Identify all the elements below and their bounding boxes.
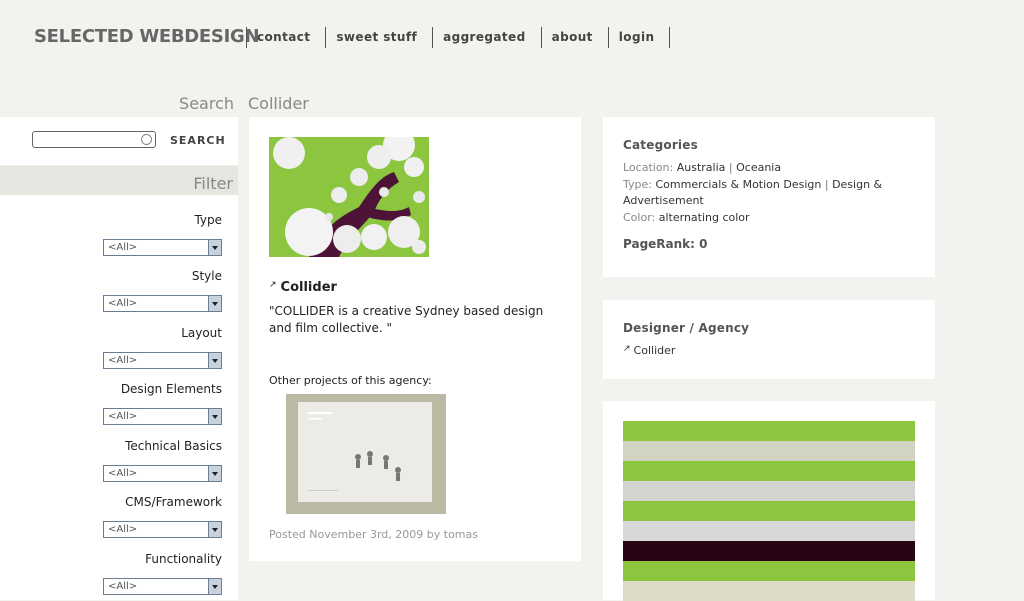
filter-select-type[interactable]: <All> bbox=[103, 239, 222, 256]
nav-contact[interactable]: contact bbox=[247, 27, 327, 48]
filter-select-cms-framework[interactable]: <All> bbox=[103, 521, 222, 538]
filter-label-cms-framework: CMS/Framework bbox=[125, 495, 222, 509]
search-panel: SEARCH bbox=[0, 117, 238, 165]
search-clear-icon[interactable] bbox=[141, 134, 152, 145]
filter-select-functionality[interactable]: <All> bbox=[103, 578, 222, 595]
filter-label-functionality: Functionality bbox=[145, 552, 222, 566]
designer-card: Designer / Agency ↗ Collider bbox=[603, 300, 935, 379]
select-value: <All> bbox=[108, 524, 138, 535]
search-input[interactable] bbox=[32, 131, 156, 148]
other-project-thumbnail[interactable] bbox=[286, 394, 446, 514]
thumbnail-inner bbox=[298, 402, 432, 502]
color-stripe bbox=[623, 521, 915, 541]
search-heading: Search bbox=[179, 94, 234, 113]
type-link-advertisement[interactable]: Advertisement bbox=[623, 194, 704, 207]
dropdown-arrow-icon[interactable] bbox=[208, 579, 221, 594]
type-link-design-advertisement[interactable]: Design & bbox=[832, 178, 882, 191]
categories-heading: Categories bbox=[623, 138, 698, 152]
thumbnail-art bbox=[298, 402, 432, 502]
posted-info: Posted November 3rd, 2009 by tomas bbox=[269, 528, 478, 541]
location-key: Location: bbox=[623, 161, 674, 174]
dropdown-arrow-icon[interactable] bbox=[208, 466, 221, 481]
dropdown-arrow-icon[interactable] bbox=[208, 409, 221, 424]
color-stripe bbox=[623, 441, 915, 461]
project-title[interactable]: Collider bbox=[281, 280, 337, 295]
location-link-oceania[interactable]: Oceania bbox=[736, 161, 781, 174]
filter-label-design-elements: Design Elements bbox=[120, 382, 222, 396]
project-screenshot-art bbox=[269, 137, 429, 257]
select-value: <All> bbox=[108, 411, 138, 422]
color-stripe bbox=[623, 541, 915, 561]
designer-link[interactable]: ↗ Collider bbox=[623, 344, 675, 357]
site-logo[interactable]: SELECTED WEBDESIGN bbox=[34, 26, 260, 47]
dropdown-arrow-icon[interactable] bbox=[208, 353, 221, 368]
color-palette-card bbox=[603, 401, 935, 601]
filter-select-design-elements[interactable]: <All> bbox=[103, 408, 222, 425]
color-stripe bbox=[623, 421, 915, 441]
select-value: <All> bbox=[108, 468, 138, 479]
filter-select-style[interactable]: <All> bbox=[103, 295, 222, 312]
color-key: Color: bbox=[623, 211, 656, 224]
color-row: Color: alternating color bbox=[623, 210, 915, 226]
filter-heading-bar: Filter bbox=[0, 166, 238, 195]
search-heading-bar: Search bbox=[0, 94, 238, 116]
type-key: Type: bbox=[623, 178, 652, 191]
select-value: <All> bbox=[108, 581, 138, 592]
project-title-link[interactable]: ↗ Collider bbox=[269, 280, 337, 295]
color-stripe bbox=[623, 581, 915, 601]
dropdown-arrow-icon[interactable] bbox=[208, 522, 221, 537]
type-row: Type: Commercials & Motion Design | Desi… bbox=[623, 178, 883, 207]
filter-select-layout[interactable]: <All> bbox=[103, 352, 222, 369]
main-nav: contact sweet stuff aggregated about log… bbox=[246, 27, 671, 48]
nav-sweet-stuff[interactable]: sweet stuff bbox=[326, 27, 434, 48]
filter-label-type: Type bbox=[194, 213, 222, 227]
filter-label-technical-basics: Technical Basics bbox=[125, 439, 222, 453]
type-link-commercials[interactable]: Commercials & Motion Design bbox=[655, 178, 821, 191]
external-link-icon: ↗ bbox=[623, 344, 631, 354]
color-stripe bbox=[623, 561, 915, 581]
select-value: <All> bbox=[108, 298, 138, 309]
nav-aggregated[interactable]: aggregated bbox=[433, 27, 542, 48]
categories-card: Categories Location: Australia | Oceania… bbox=[603, 117, 935, 277]
location-row: Location: Australia | Oceania bbox=[623, 161, 782, 174]
project-screenshot[interactable] bbox=[269, 137, 429, 257]
filter-panel: Type <All> Style <All> Layout <All> Desi… bbox=[0, 195, 238, 600]
dropdown-arrow-icon[interactable] bbox=[208, 240, 221, 255]
project-description: "COLLIDER is a creative Sydney based des… bbox=[269, 304, 544, 335]
color-stripe bbox=[623, 461, 915, 481]
color-link[interactable]: alternating color bbox=[659, 211, 750, 224]
designer-name[interactable]: Collider bbox=[634, 344, 676, 357]
external-link-icon: ↗ bbox=[269, 280, 277, 290]
color-stripe bbox=[623, 481, 915, 501]
select-value: <All> bbox=[108, 355, 138, 366]
filter-select-technical-basics[interactable]: <All> bbox=[103, 465, 222, 482]
other-projects-label: Other projects of this agency: bbox=[269, 374, 432, 387]
filter-heading: Filter bbox=[193, 174, 233, 193]
color-stripe bbox=[623, 501, 915, 521]
project-card: ↗ Collider "COLLIDER is a creative Sydney… bbox=[249, 117, 581, 561]
pagerank: PageRank: 0 bbox=[623, 237, 708, 251]
designer-heading: Designer / Agency bbox=[623, 321, 750, 335]
filter-label-style: Style bbox=[191, 269, 222, 283]
select-value: <All> bbox=[108, 242, 138, 253]
dropdown-arrow-icon[interactable] bbox=[208, 296, 221, 311]
search-button[interactable]: SEARCH bbox=[170, 134, 226, 147]
page-title: Collider bbox=[248, 94, 309, 113]
location-link-australia[interactable]: Australia bbox=[677, 161, 726, 174]
nav-login[interactable]: login bbox=[609, 27, 671, 48]
filter-label-layout: Layout bbox=[181, 326, 222, 340]
nav-about[interactable]: about bbox=[542, 27, 609, 48]
